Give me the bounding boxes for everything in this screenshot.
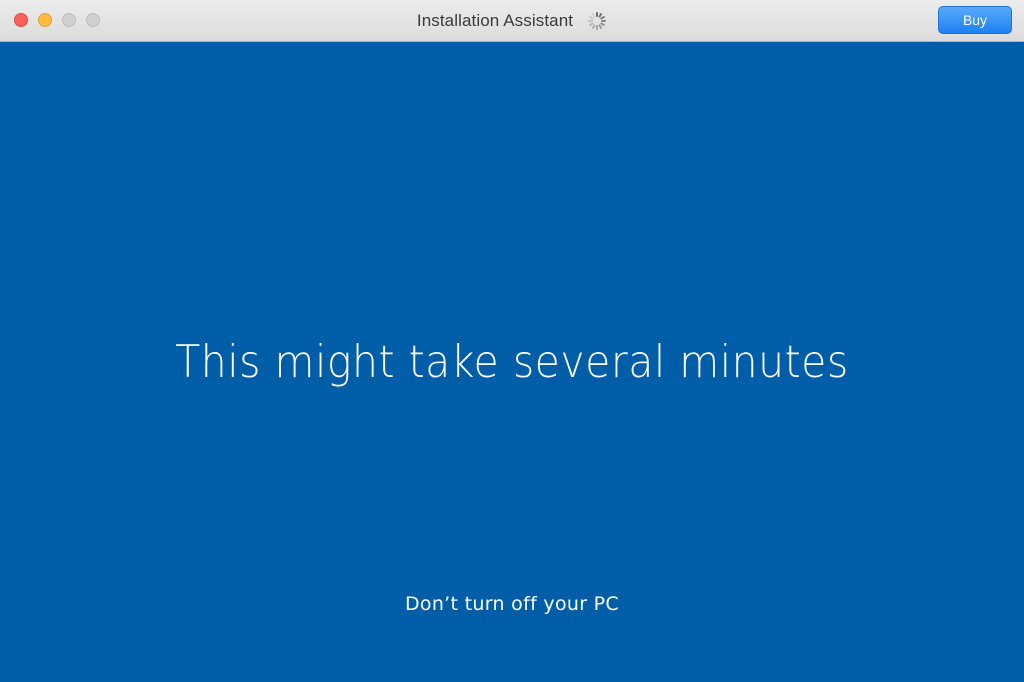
loading-spinner-icon — [587, 11, 607, 31]
buy-button[interactable]: Buy — [938, 6, 1012, 34]
title-bar[interactable]: Installation Assistant Buy — [0, 0, 1024, 42]
zoom-window-button[interactable] — [62, 13, 76, 27]
minimize-window-button[interactable] — [38, 13, 52, 27]
app-window: Installation Assistant Buy This might ta… — [0, 0, 1024, 682]
power-warning: Don’t turn off your PC — [404, 593, 619, 615]
install-message: This might take several minutes — [175, 336, 849, 388]
title-area: Installation Assistant — [0, 0, 1024, 41]
disabled-window-button — [86, 13, 100, 27]
window-title: Installation Assistant — [416, 10, 574, 30]
installer-screen: This might take several minutes Don’t tu… — [0, 42, 1024, 682]
close-window-button[interactable] — [14, 13, 28, 27]
